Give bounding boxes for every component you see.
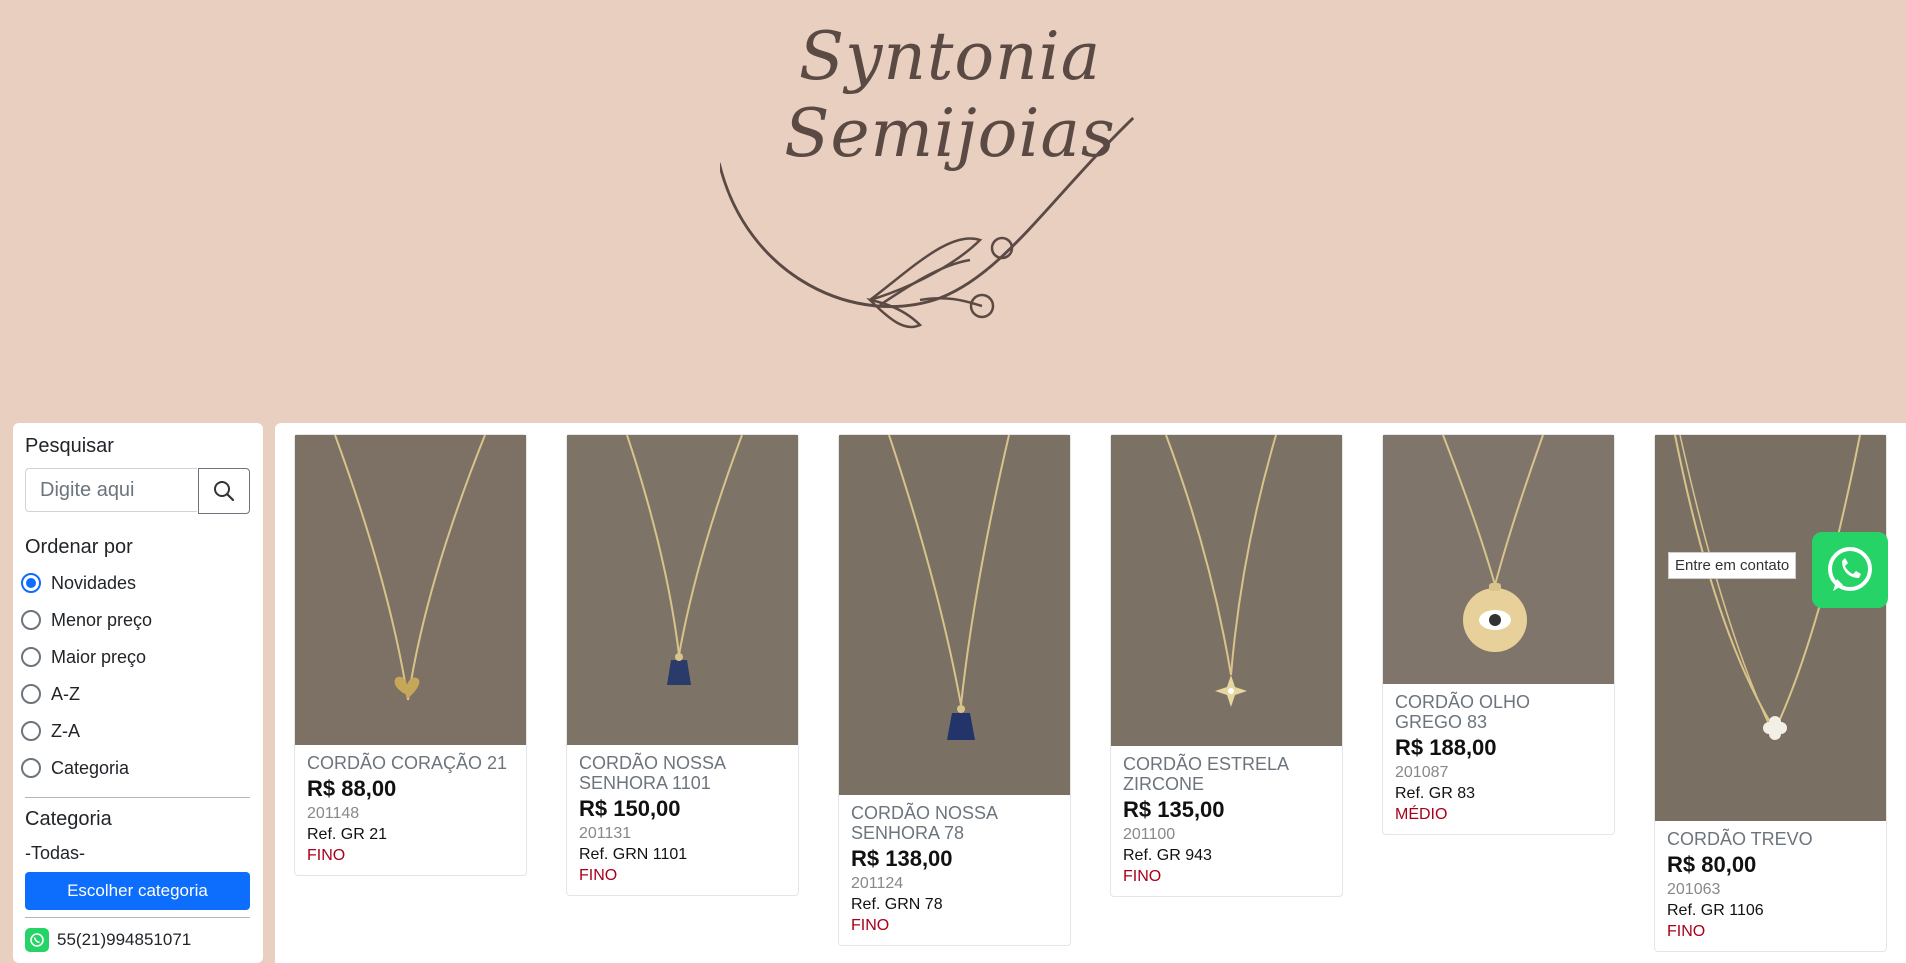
- logo-wreath-icon: [720, 116, 1135, 329]
- contact-tooltip[interactable]: Entre em contato: [1668, 552, 1797, 579]
- sort-option-maior-preco[interactable]: Maior preço: [21, 642, 146, 672]
- divider: [25, 917, 250, 918]
- search-icon: [214, 481, 235, 502]
- product-ref: Ref. GRN 1101: [579, 846, 688, 863]
- header-banner: Syntonia Semijoias: [0, 0, 1906, 420]
- product-photo[interactable]: [1383, 435, 1614, 684]
- sort-option-novidades[interactable]: Novidades: [21, 568, 136, 598]
- category-label: Categoria: [25, 808, 112, 830]
- product-code: 201063: [1667, 881, 1721, 898]
- product-ref: Ref. GR 1106: [1667, 902, 1764, 919]
- product-tag: FINO: [307, 847, 346, 864]
- product-card[interactable]: CORDÃO TREVO R$ 80,00 201063 Ref. GR 110…: [1654, 434, 1887, 952]
- divider: [25, 797, 250, 798]
- product-code: 201124: [851, 875, 904, 892]
- product-tag: FINO: [1123, 868, 1162, 885]
- product-code: 201148: [307, 805, 360, 822]
- radio-icon[interactable]: [21, 684, 41, 704]
- product-photo[interactable]: [839, 435, 1070, 795]
- product-price: R$ 188,00: [1395, 735, 1497, 760]
- product-name[interactable]: CORDÃO ESTRELA ZIRCONE: [1123, 754, 1330, 794]
- necklace-image: [567, 435, 798, 745]
- product-card[interactable]: CORDÃO OLHO GREGO 83 R$ 188,00 201087 Re…: [1382, 434, 1615, 835]
- product-price: R$ 138,00: [851, 846, 953, 871]
- product-price: R$ 88,00: [307, 776, 397, 801]
- choose-category-button[interactable]: Escolher categoria: [25, 872, 250, 910]
- product-ref: Ref. GR 83: [1395, 785, 1476, 802]
- radio-icon[interactable]: [21, 610, 41, 630]
- product-photo[interactable]: [1111, 435, 1342, 746]
- product-code: 201131: [579, 825, 632, 842]
- product-card[interactable]: CORDÃO ESTRELA ZIRCONE R$ 135,00 201100 …: [1110, 434, 1343, 897]
- category-value: -Todas-: [25, 843, 86, 863]
- necklace-image: [1111, 435, 1342, 746]
- sort-option-a-z[interactable]: A-Z: [21, 679, 80, 709]
- product-ref: Ref. GRN 78: [851, 896, 943, 913]
- necklace-image: [295, 435, 526, 745]
- product-price: R$ 135,00: [1123, 797, 1225, 822]
- product-tag: FINO: [851, 917, 890, 934]
- product-price: R$ 80,00: [1667, 852, 1757, 877]
- sort-option-z-a[interactable]: Z-A: [21, 716, 80, 746]
- product-tag: MÉDIO: [1395, 806, 1448, 823]
- product-photo[interactable]: [295, 435, 526, 745]
- product-ref: Ref. GR 943: [1123, 847, 1212, 864]
- sort-label: Ordenar por: [25, 536, 133, 558]
- radio-icon[interactable]: [21, 721, 41, 741]
- product-card[interactable]: CORDÃO NOSSA SENHORA 1101 R$ 150,00 2011…: [566, 434, 799, 896]
- product-name[interactable]: CORDÃO OLHO GREGO 83: [1395, 692, 1602, 732]
- necklace-image: [839, 435, 1070, 795]
- product-name[interactable]: CORDÃO CORAÇÃO 21: [307, 753, 514, 773]
- radio-icon[interactable]: [21, 573, 41, 593]
- product-photo[interactable]: [1655, 435, 1886, 821]
- product-photo[interactable]: [567, 435, 798, 745]
- necklace-image: [1655, 435, 1886, 821]
- product-card[interactable]: CORDÃO CORAÇÃO 21 R$ 88,00 201148 Ref. G…: [294, 434, 527, 876]
- phone-number: 55(21)994851071: [57, 930, 192, 949]
- product-tag: FINO: [579, 867, 618, 884]
- filter-sidebar: Pesquisar Ordenar por Novidades Menor pr…: [13, 423, 263, 963]
- product-code: 201087: [1395, 764, 1449, 781]
- whatsapp-phone-link[interactable]: 55(21)994851071: [25, 928, 191, 952]
- product-tag: FINO: [1667, 923, 1706, 940]
- product-grid: CORDÃO CORAÇÃO 21 R$ 88,00 201148 Ref. G…: [275, 423, 1906, 963]
- search-input[interactable]: [25, 468, 197, 512]
- necklace-image: [1383, 435, 1614, 684]
- product-name[interactable]: CORDÃO TREVO: [1667, 829, 1874, 849]
- product-name[interactable]: CORDÃO NOSSA SENHORA 1101: [579, 753, 786, 793]
- product-name[interactable]: CORDÃO NOSSA SENHORA 78: [851, 803, 1058, 843]
- search-label: Pesquisar: [25, 435, 114, 457]
- product-price: R$ 150,00: [579, 796, 681, 821]
- whatsapp-icon: [25, 928, 49, 952]
- product-code: 201100: [1123, 826, 1176, 843]
- sort-option-menor-preco[interactable]: Menor preço: [21, 605, 152, 635]
- radio-icon[interactable]: [21, 647, 41, 667]
- product-card[interactable]: CORDÃO NOSSA SENHORA 78 R$ 138,00 201124…: [838, 434, 1071, 946]
- whatsapp-icon: [1828, 547, 1872, 591]
- radio-icon[interactable]: [21, 758, 41, 778]
- search-button[interactable]: [198, 468, 250, 514]
- sort-option-categoria[interactable]: Categoria: [21, 753, 129, 783]
- product-ref: Ref. GR 21: [307, 826, 388, 843]
- whatsapp-float-button[interactable]: [1812, 532, 1888, 608]
